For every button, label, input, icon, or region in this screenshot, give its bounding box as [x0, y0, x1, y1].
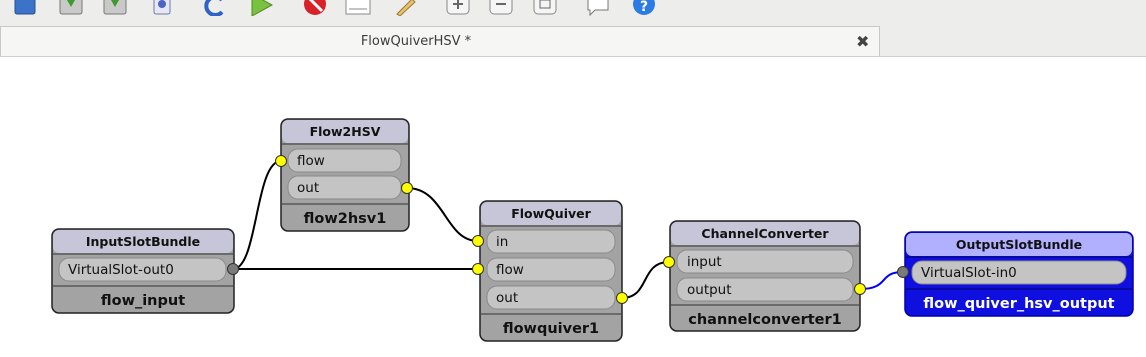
port-label: out [496, 290, 518, 306]
edge-flow2hsv-to-flowquiver-in[interactable] [406, 187, 479, 242]
edge-channelconverter-to-output[interactable] [859, 271, 904, 290]
link-icon[interactable] [150, 0, 176, 16]
zoom-fit-icon[interactable] [532, 0, 558, 16]
edge-flowquiver-to-channelconverter[interactable] [621, 261, 670, 299]
port-label: output [687, 282, 732, 298]
node-flow2hsv[interactable]: Flow2HSV flow out flow2hsv1 [280, 118, 410, 232]
save-icon[interactable] [58, 0, 84, 16]
input-connector[interactable] [472, 263, 484, 275]
output-connector[interactable] [854, 283, 866, 295]
run-icon[interactable] [248, 0, 274, 17]
node-output-slot-bundle[interactable]: OutputSlotBundle VirtualSlot-in0 flow_qu… [904, 231, 1134, 317]
stop-icon[interactable] [302, 0, 328, 16]
edge-input-to-flow2hsv[interactable] [232, 160, 282, 270]
node-instance-name: flow_input [101, 293, 185, 309]
node-type-label: FlowQuiver [511, 206, 591, 221]
node-instance-name: flowquiver1 [503, 321, 599, 337]
svg-text:?: ? [640, 0, 648, 15]
help-balloon-icon[interactable] [585, 0, 611, 17]
output-connector[interactable] [616, 292, 628, 304]
output-connector[interactable] [401, 182, 413, 194]
node-type-label: InputSlotBundle [86, 234, 200, 249]
port-label: VirtualSlot-in0 [921, 265, 1017, 281]
port-label: flow [496, 262, 524, 278]
port-label: flow [297, 153, 325, 169]
port-label: input [687, 254, 722, 270]
brush-icon[interactable] [392, 0, 418, 17]
zoom-in-icon[interactable] [445, 0, 471, 16]
port-label: out [297, 180, 319, 196]
toolbar: ? [0, 0, 1146, 20]
input-connector[interactable] [472, 235, 484, 247]
tab-title: FlowQuiverHSV * [360, 34, 472, 49]
node-input-slot-bundle[interactable]: InputSlotBundle VirtualSlot-out0 flow_in… [51, 228, 235, 314]
port-label: VirtualSlot-out0 [68, 262, 174, 278]
close-icon[interactable]: ✖ [856, 32, 869, 51]
node-flowquiver[interactable]: FlowQuiver in flow out flowquiver1 [479, 200, 623, 342]
save-as-icon[interactable] [102, 0, 128, 16]
port-label: in [496, 234, 508, 250]
window-icon[interactable] [12, 0, 38, 16]
refresh-icon[interactable] [202, 0, 228, 17]
input-connector[interactable] [897, 266, 909, 278]
tab-bar: FlowQuiverHSV * ✖ [0, 20, 1146, 56]
graph-canvas[interactable]: InputSlotBundle VirtualSlot-out0 flow_in… [0, 56, 1146, 353]
node-type-label: OutputSlotBundle [956, 237, 1082, 252]
node-type-label: Flow2HSV [310, 124, 381, 139]
tab-flowquiverhsv[interactable]: FlowQuiverHSV * ✖ [0, 26, 880, 56]
node-type-label: ChannelConverter [701, 226, 829, 241]
node-channelconverter[interactable]: ChannelConverter input output channelcon… [669, 220, 861, 332]
input-connector[interactable] [275, 155, 287, 167]
input-connector[interactable] [663, 256, 675, 268]
node-instance-name: flow_quiver_hsv_output [923, 296, 1114, 312]
blank-icon[interactable] [345, 0, 371, 16]
node-instance-name: channelconverter1 [688, 312, 841, 328]
node-instance-name: flow2hsv1 [304, 211, 387, 227]
help-icon[interactable]: ? [630, 0, 656, 16]
zoom-out-icon[interactable] [488, 0, 514, 16]
output-connector[interactable] [227, 263, 239, 275]
